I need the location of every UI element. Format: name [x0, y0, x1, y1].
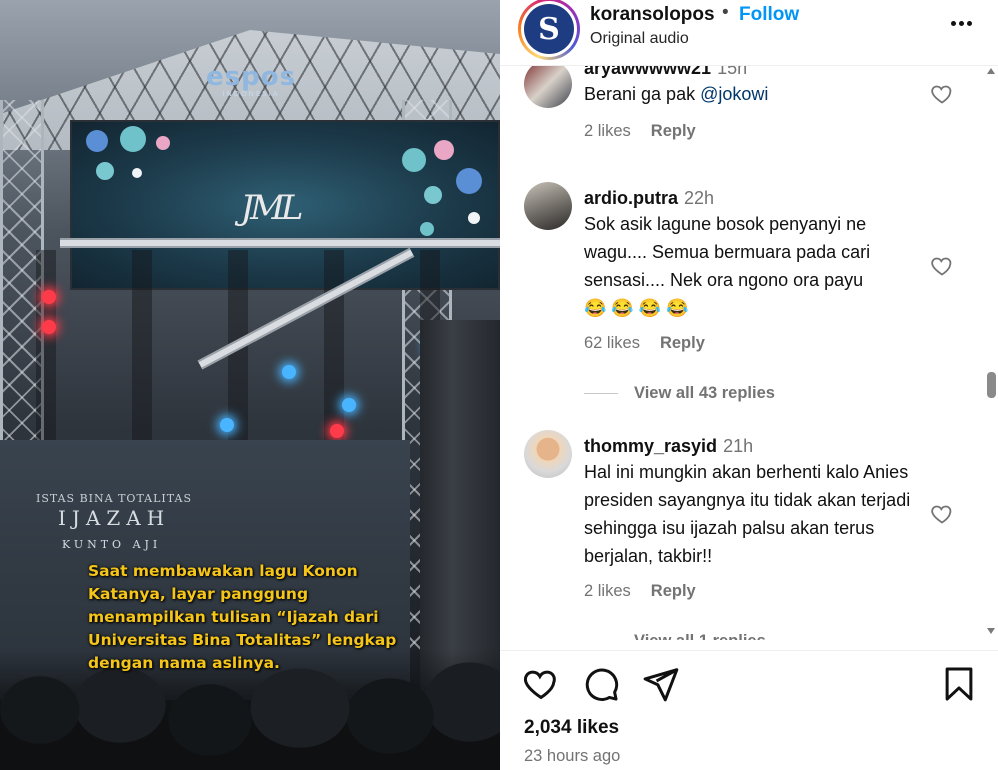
- comment-time: 21h: [723, 436, 754, 456]
- commenter-avatar[interactable]: [524, 182, 572, 230]
- video-caption: Saat membawakan lagu Konon Katanya, laya…: [88, 562, 397, 672]
- reply-button[interactable]: Reply: [660, 334, 705, 352]
- account-username[interactable]: koransolopos: [590, 4, 715, 26]
- commenter-username[interactable]: aryawwwww21: [584, 66, 711, 78]
- reply-button[interactable]: Reply: [651, 582, 696, 600]
- banner-line-1: ISTAS BINA TOTALITAS: [36, 492, 192, 505]
- comment-text-prefix: Berani ga pak: [584, 84, 701, 104]
- avatar-letter: S: [524, 4, 574, 54]
- reply-button[interactable]: Reply: [651, 122, 696, 140]
- espos-watermark: espos INDONESIA: [196, 64, 306, 98]
- commenter-avatar[interactable]: [524, 66, 572, 108]
- comment-text: Sok asik lagune bosok penyanyi ne wagu..…: [584, 210, 924, 322]
- scrollbar-thumb[interactable]: [987, 372, 996, 398]
- reel-video[interactable]: JML espos INDONESIA ISTAS BINA TOTALITAS…: [0, 0, 500, 770]
- account-avatar[interactable]: S: [518, 0, 580, 60]
- share-icon[interactable]: [642, 665, 680, 703]
- banner-line-3: KUNTO AJI: [62, 538, 162, 551]
- comment-item: ardio.putra 22h Sok asik lagune bosok pen…: [500, 182, 980, 412]
- stage-light: [220, 418, 234, 432]
- stage-light: [42, 320, 56, 334]
- comments-scrollbar[interactable]: [984, 66, 998, 640]
- heart-icon[interactable]: [930, 502, 954, 526]
- stage-light: [42, 290, 56, 304]
- stage-light: [282, 365, 296, 379]
- view-replies-button[interactable]: View all 1 replies: [584, 632, 766, 640]
- post-timestamp[interactable]: 23 hours ago: [524, 747, 620, 766]
- comment-time: 15h: [717, 66, 748, 78]
- follow-button[interactable]: Follow: [739, 4, 799, 26]
- likes-count[interactable]: 2,034 likes: [524, 717, 619, 739]
- stage-curtain: [420, 320, 500, 700]
- stage-light: [342, 398, 356, 412]
- view-replies-button[interactable]: View all 43 replies: [584, 384, 775, 403]
- comment-time: 22h: [684, 188, 715, 208]
- heart-icon[interactable]: [930, 254, 954, 278]
- watermark-brand: espos: [205, 62, 297, 92]
- comment-emojis: 😂 😂 😂 😂: [584, 298, 689, 318]
- scroll-down-arrow-icon[interactable]: [987, 628, 995, 634]
- comment-item: aryawwwww21 15h Berani ga pak @jokowi 2 l…: [500, 66, 980, 160]
- post-actions: 2,034 likes 23 hours ago: [500, 650, 998, 770]
- heart-icon[interactable]: [522, 665, 560, 703]
- comment-icon[interactable]: [582, 665, 620, 703]
- post-panel: S koransolopos • Follow Original audio a…: [500, 0, 998, 770]
- original-audio-link[interactable]: Original audio: [590, 30, 689, 48]
- heart-icon[interactable]: [930, 82, 954, 106]
- header-separator: •: [722, 2, 729, 23]
- commenter-avatar[interactable]: [524, 430, 572, 478]
- comment-likes[interactable]: 62 likes: [584, 334, 640, 352]
- comment-likes[interactable]: 2 likes: [584, 122, 631, 140]
- post-header: S koransolopos • Follow Original audio: [500, 0, 998, 66]
- comment-body: Sok asik lagune bosok penyanyi ne wagu..…: [584, 214, 871, 290]
- stage-light: [330, 424, 344, 438]
- comment-item: thommy_rasyid 21h Hal ini mungkin akan be…: [500, 430, 980, 640]
- comment-text: Hal ini mungkin akan berhenti kalo Anies…: [584, 462, 911, 566]
- comment-likes[interactable]: 2 likes: [584, 582, 631, 600]
- view-replies-label: View all 1 replies: [634, 632, 766, 640]
- stage-logo: JML: [240, 188, 303, 228]
- more-options-icon[interactable]: [946, 10, 976, 36]
- comment-text: Berani ga pak @jokowi: [584, 80, 924, 108]
- view-replies-label: View all 43 replies: [634, 384, 775, 402]
- commenter-username[interactable]: thommy_rasyid: [584, 436, 717, 456]
- banner-line-2: IJAZAH: [58, 506, 171, 530]
- scroll-up-arrow-icon[interactable]: [987, 68, 995, 74]
- replies-divider: [584, 393, 618, 394]
- commenter-username[interactable]: ardio.putra: [584, 188, 678, 208]
- bookmark-icon[interactable]: [940, 665, 978, 703]
- comments-list[interactable]: aryawwwww21 15h Berani ga pak @jokowi 2 l…: [500, 66, 998, 640]
- comment-mention[interactable]: @jokowi: [700, 84, 768, 104]
- rig-bar: [60, 238, 500, 248]
